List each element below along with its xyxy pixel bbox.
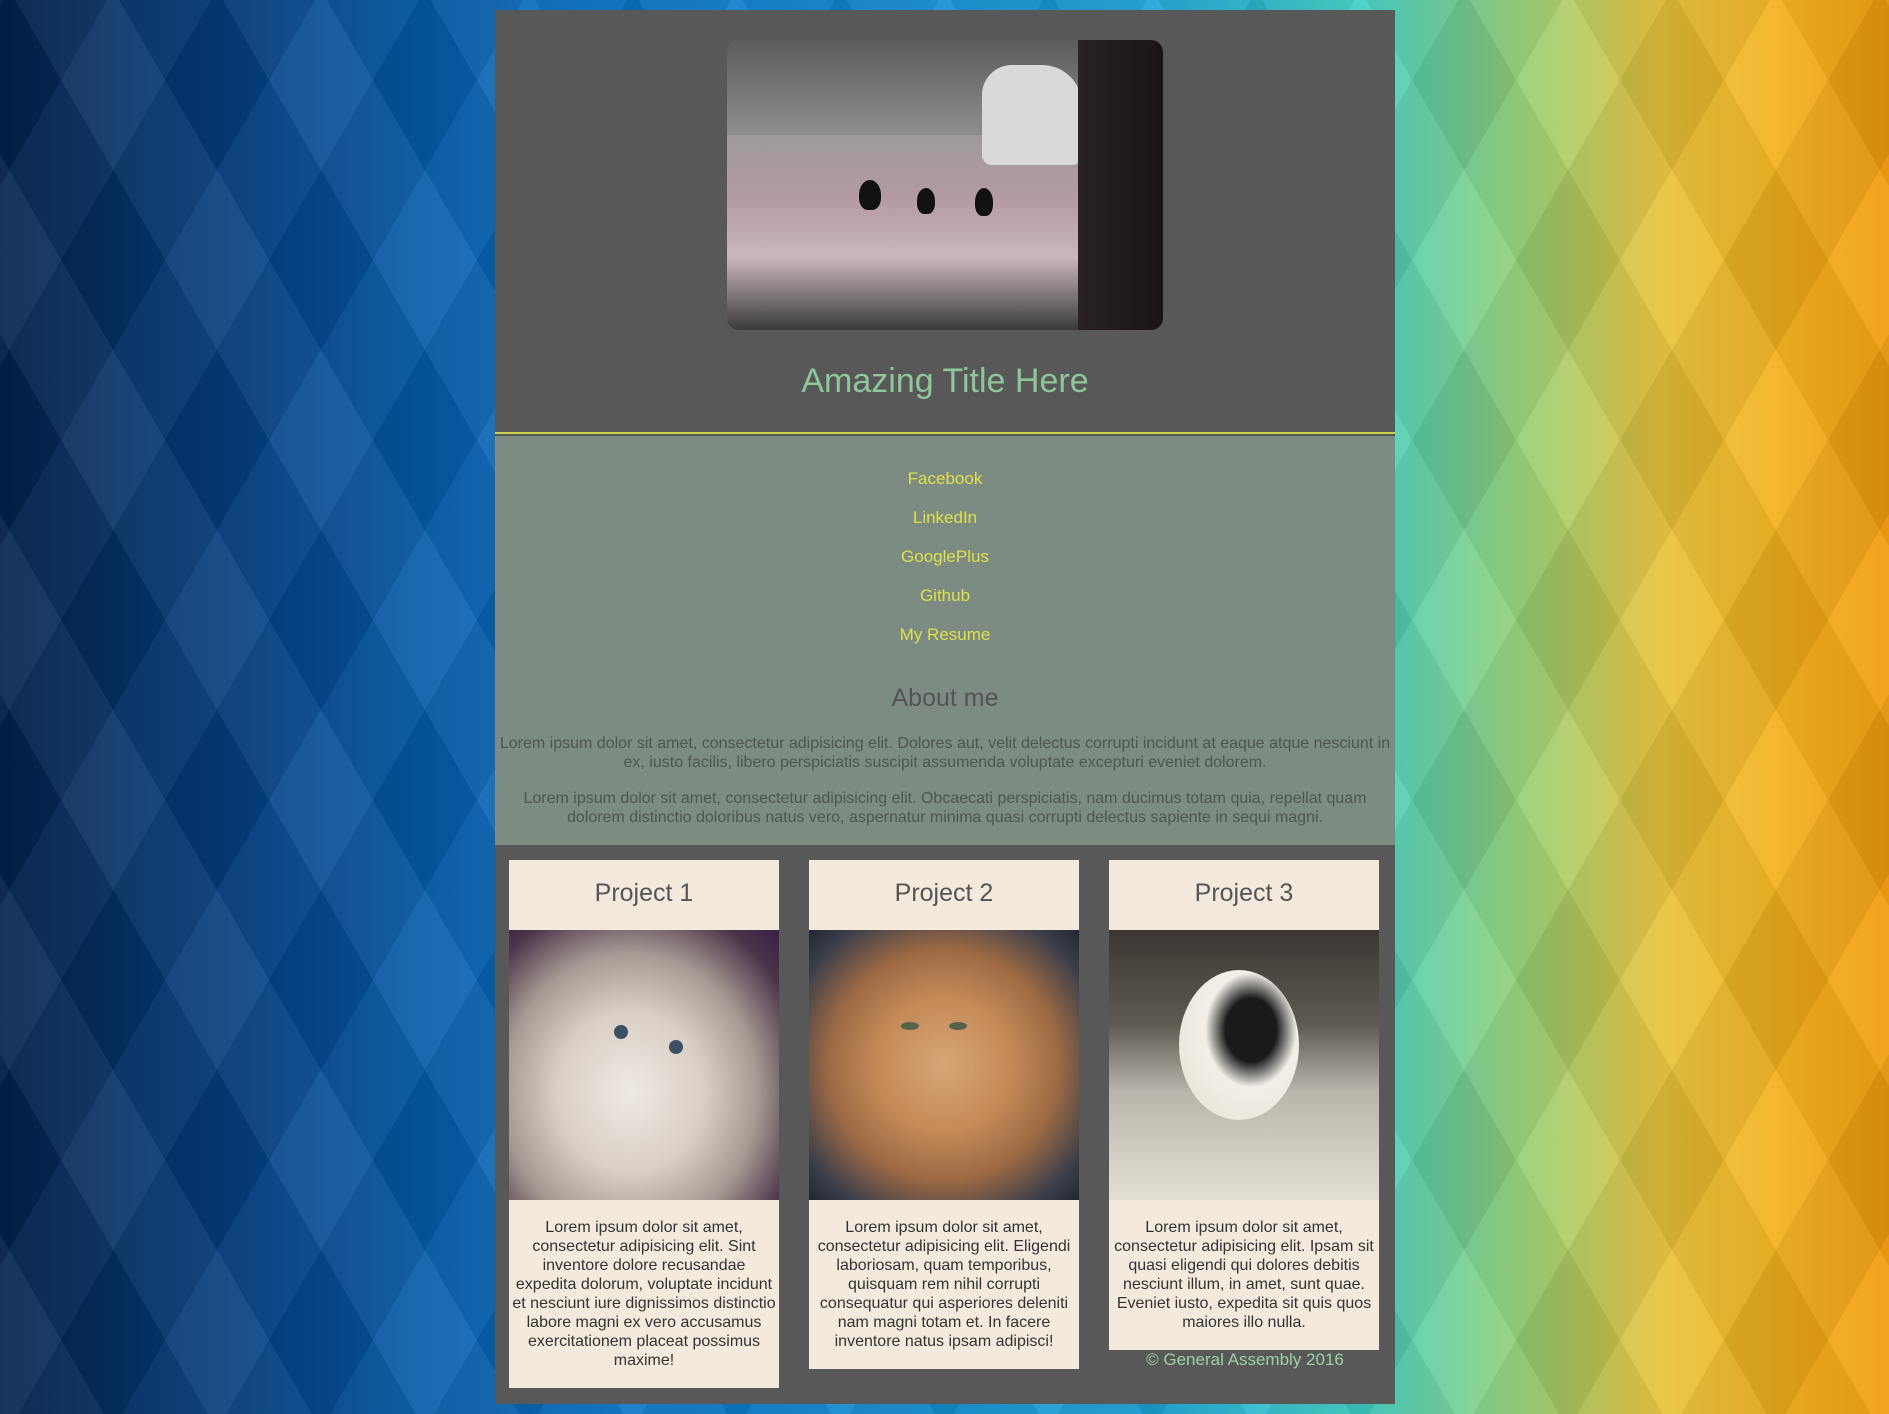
project-image-white-cat (509, 930, 779, 1200)
about-paragraph-2: Lorem ipsum dolor sit amet, consectetur … (523, 790, 1367, 826)
main-content: Facebook LinkedIn GooglePlus Github My R… (495, 436, 1395, 845)
nav-link-googleplus[interactable]: GooglePlus (495, 546, 1395, 585)
hero-door (1078, 40, 1163, 330)
project-description: Lorem ipsum dolor sit amet, consectetur … (817, 1219, 1071, 1350)
project-image-tabby-cat (809, 930, 1079, 1200)
projects-section: Project 1 Lorem ipsum dolor sit amet, co… (495, 848, 1395, 1404)
project-description: Lorem ipsum dolor sit amet, consectetur … (1114, 1219, 1374, 1331)
project-title: Project 2 (894, 879, 994, 907)
hero-cat-3 (975, 188, 993, 216)
cat-eye (901, 1022, 919, 1030)
about-paragraph-1: Lorem ipsum dolor sit amet, consectetur … (499, 735, 1391, 771)
footer-copyright: © General Assembly 2016 (1146, 1350, 1344, 1369)
project-description: Lorem ipsum dolor sit amet, consectetur … (512, 1219, 776, 1369)
project-card-1[interactable]: Project 1 Lorem ipsum dolor sit amet, co… (509, 860, 779, 1388)
cat-body (1179, 970, 1299, 1120)
page-title: Amazing Title Here (801, 362, 1089, 400)
hero-cat-1 (859, 180, 881, 210)
about-heading: About me (891, 684, 999, 712)
cat-eye (614, 1025, 628, 1039)
project-title: Project 3 (1194, 879, 1294, 907)
project-card-2[interactable]: Project 2 Lorem ipsum dolor sit amet, co… (809, 860, 1079, 1369)
header: Amazing Title Here (495, 10, 1395, 434)
nav-link-facebook[interactable]: Facebook (495, 468, 1395, 507)
page-container: Amazing Title Here Facebook LinkedIn Goo… (495, 10, 1395, 1404)
hero-image (727, 40, 1163, 330)
project-card-3[interactable]: Project 3 Lorem ipsum dolor sit amet, co… (1109, 860, 1379, 1350)
project-image-calico-cat (1109, 930, 1379, 1200)
cat-eye (669, 1040, 683, 1054)
hero-car (982, 65, 1082, 165)
hero-cat-2 (917, 188, 935, 214)
nav-link-github[interactable]: Github (495, 585, 1395, 624)
nav-link-linkedin[interactable]: LinkedIn (495, 507, 1395, 546)
nav-link-resume[interactable]: My Resume (495, 624, 1395, 663)
project-title: Project 1 (594, 879, 694, 907)
social-nav: Facebook LinkedIn GooglePlus Github My R… (495, 468, 1395, 663)
cat-eye (949, 1022, 967, 1030)
